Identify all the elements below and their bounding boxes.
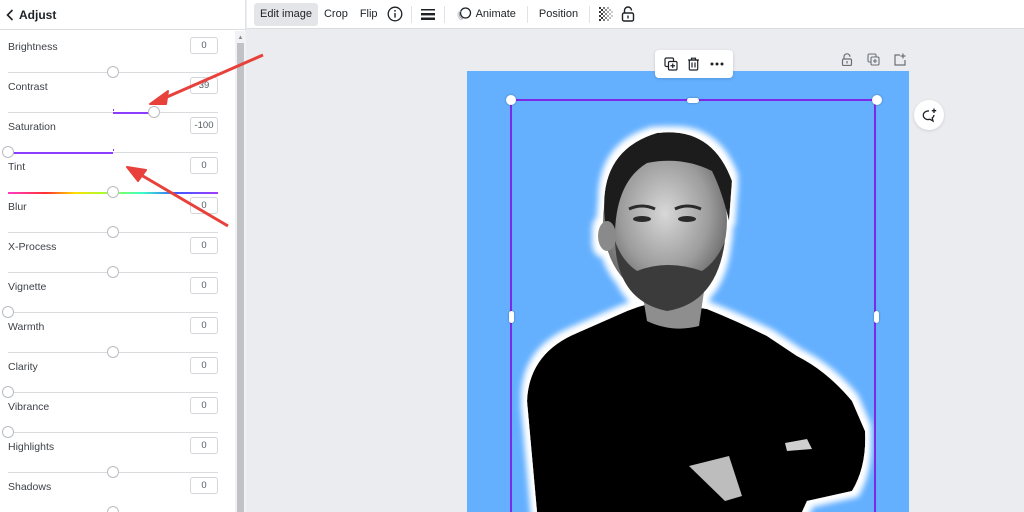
control-value-input[interactable]: 0 (190, 437, 218, 454)
resize-handle-top-right[interactable] (872, 95, 882, 105)
control-value-input[interactable]: 0 (190, 357, 218, 374)
adjust-control-highlights: Highlights 0 (0, 427, 234, 478)
resize-handle-left[interactable] (509, 311, 514, 323)
control-value-input[interactable]: 0 (190, 157, 218, 174)
control-value-input[interactable]: 0 (190, 237, 218, 254)
resize-handle-top[interactable] (687, 98, 699, 103)
design-canvas (247, 30, 1024, 512)
adjust-control-saturation: Saturation -100 (0, 107, 234, 158)
design-page[interactable] (467, 71, 909, 512)
control-label: Clarity (8, 361, 38, 373)
control-value-input[interactable]: -100 (190, 117, 218, 134)
adjust-control-x-process: X-Process 0 (0, 227, 234, 278)
control-label: X-Process (8, 241, 57, 253)
adjust-control-vignette: Vignette 0 (0, 267, 234, 318)
control-label: Vignette (8, 281, 47, 293)
adjust-control-brightness: Brightness 0 (0, 31, 234, 78)
lock-icon[interactable] (617, 3, 639, 26)
control-value-input[interactable]: 0 (190, 277, 218, 294)
adjust-control-clarity: Clarity 0 (0, 347, 234, 398)
control-label: Brightness (8, 41, 58, 53)
animate-button[interactable]: Animate (450, 3, 522, 26)
control-value-input[interactable]: 39 (190, 77, 218, 94)
control-label: Highlights (8, 441, 55, 453)
panel-title: Adjust (19, 7, 57, 22)
add-page-icon[interactable] (889, 50, 909, 68)
animate-icon (456, 7, 472, 21)
adjust-control-contrast: Contrast 39 (0, 67, 234, 118)
crop-button[interactable]: Crop (318, 3, 354, 26)
lock-page-icon[interactable] (837, 50, 857, 68)
more-options-icon[interactable] (707, 54, 727, 74)
slider-thumb[interactable] (107, 506, 119, 512)
control-value-input[interactable]: 0 (190, 477, 218, 494)
scroll-thumb[interactable] (237, 43, 244, 512)
app: Adjust Brightness 0 Contrast 39 Saturation -1… (0, 0, 1024, 512)
selection-box (510, 99, 876, 512)
control-label: Blur (8, 201, 27, 213)
toolbar-divider (410, 5, 412, 23)
control-label: Contrast (8, 81, 48, 93)
toolbar-divider (526, 5, 528, 23)
adjust-panel: Adjust Brightness 0 Contrast 39 Saturation -1… (0, 0, 246, 512)
page-actions (837, 50, 909, 68)
top-toolbar: Edit image Crop Flip Animate Position (247, 0, 1024, 29)
position-button[interactable]: Position (533, 3, 584, 26)
panel-scrollbar[interactable]: ▲ (235, 31, 246, 512)
adjust-control-tint: Tint 0 (0, 147, 234, 198)
transparency-icon[interactable] (595, 3, 617, 26)
control-value-input[interactable]: 0 (190, 37, 218, 54)
control-value-input[interactable]: 0 (190, 197, 218, 214)
adjust-control-warmth: Warmth 0 (0, 307, 234, 358)
resize-handle-top-left[interactable] (506, 95, 516, 105)
toolbar-divider (443, 5, 445, 23)
panel-header: Adjust (0, 0, 246, 30)
control-label: Tint (8, 161, 26, 173)
animate-label: Animate (475, 8, 516, 20)
duplicate-icon[interactable] (661, 54, 681, 74)
edit-image-button[interactable]: Edit image (254, 2, 318, 26)
comment-add-icon (921, 108, 937, 123)
control-label: Saturation (8, 121, 56, 133)
adjust-control-blur: Blur 0 (0, 187, 234, 238)
control-value-input[interactable]: 0 (190, 397, 218, 414)
adjust-control-vibrance: Vibrance 0 (0, 387, 234, 438)
add-comment-button[interactable] (914, 100, 944, 130)
scroll-up-arrow-icon[interactable]: ▲ (235, 34, 246, 42)
info-icon[interactable] (384, 3, 406, 26)
toolbar-divider (589, 5, 591, 23)
adjust-control-shadows: Shadows 0 (0, 467, 234, 512)
control-label: Vibrance (8, 401, 50, 413)
duplicate-page-icon[interactable] (863, 50, 883, 68)
control-value-input[interactable]: 0 (190, 317, 218, 334)
flip-button[interactable]: Flip (354, 3, 384, 26)
resize-handle-right[interactable] (874, 311, 879, 323)
control-label: Warmth (8, 321, 45, 333)
trash-icon[interactable] (684, 54, 704, 74)
chevron-left-icon[interactable] (4, 7, 16, 23)
element-context-menu (655, 50, 733, 78)
border-style-icon[interactable] (417, 3, 439, 26)
adjust-controls: Brightness 0 Contrast 39 Saturation -100 Tint 0… (0, 31, 234, 512)
control-label: Shadows (8, 481, 52, 493)
